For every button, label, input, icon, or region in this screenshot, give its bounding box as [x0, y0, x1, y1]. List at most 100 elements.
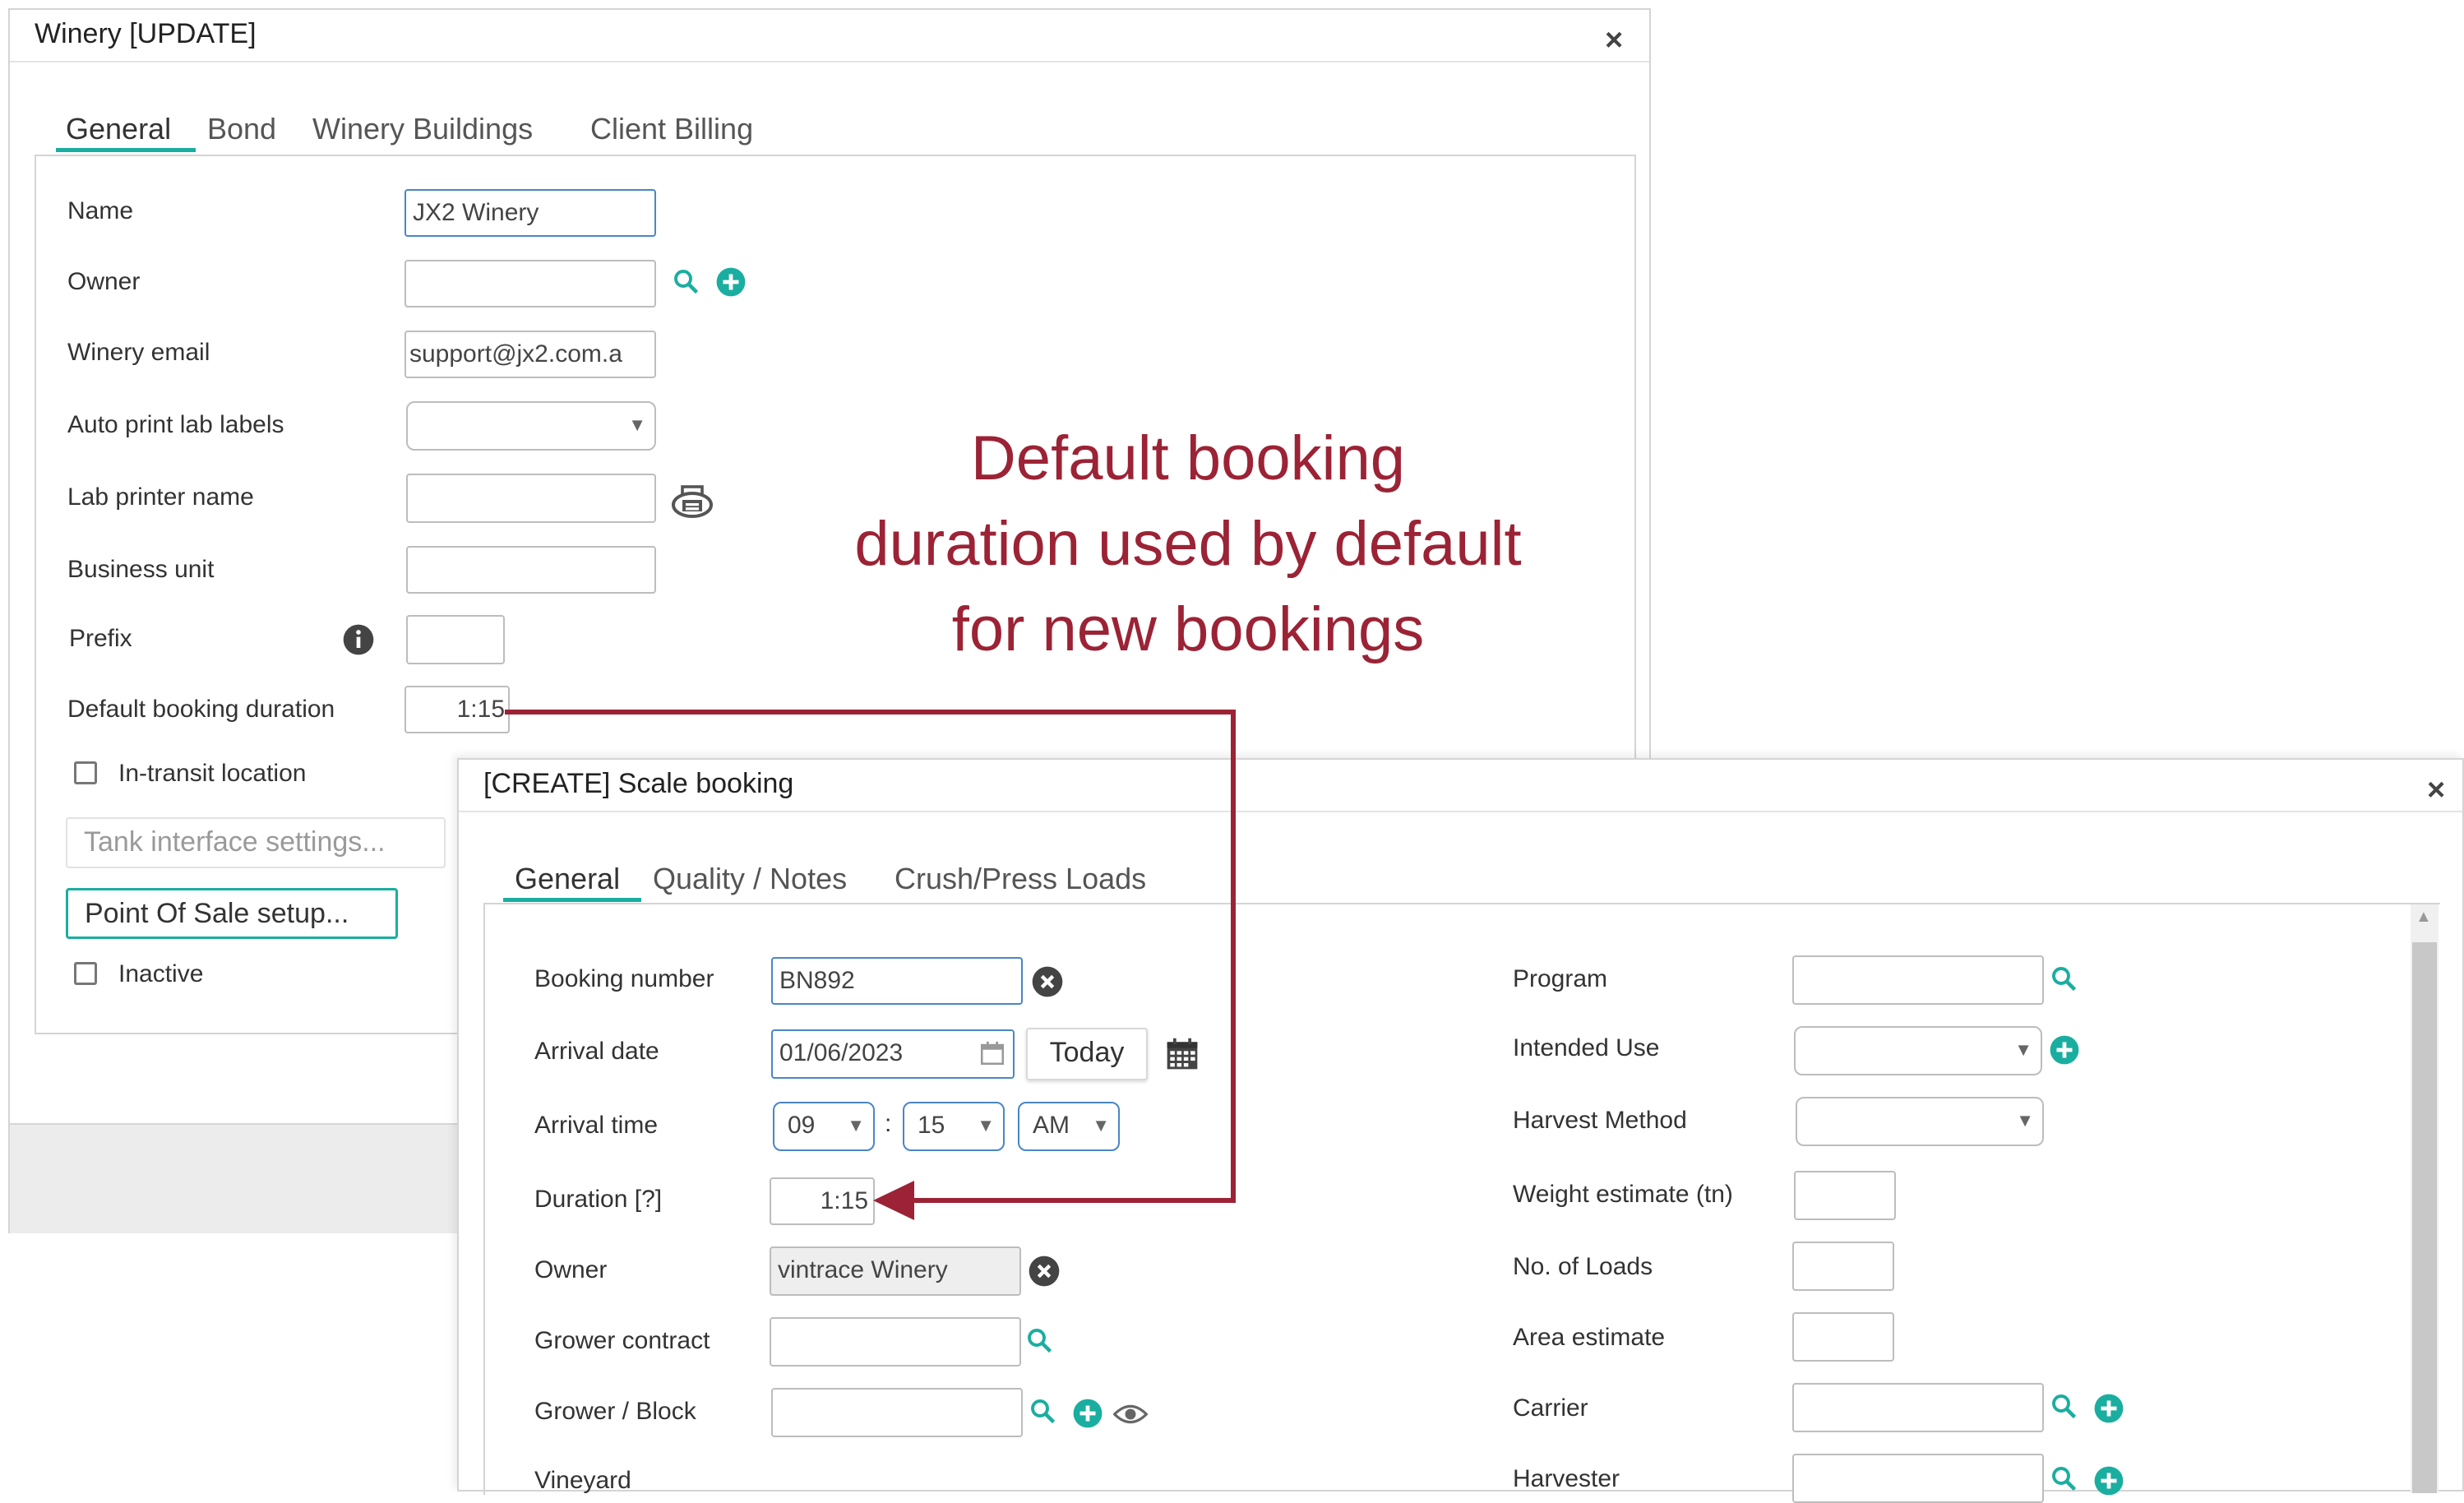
harvester-add-icon[interactable] [2093, 1465, 2124, 1496]
tab-general[interactable]: General [66, 112, 171, 146]
area-estimate-label: Area estimate [1513, 1324, 1666, 1351]
booking-tab-crush-press[interactable]: Crush/Press Loads [895, 862, 1146, 896]
grower-block-label: Grower / Block [534, 1398, 696, 1425]
booking-close-icon[interactable]: × [2427, 775, 2445, 806]
program-label: Program [1513, 965, 1608, 992]
intended-use-select[interactable]: ▼ [1794, 1026, 2042, 1075]
minute-select[interactable]: 15 ▼ [903, 1102, 1005, 1151]
calendar-grid-icon[interactable] [1164, 1036, 1200, 1072]
grower-contract-search-icon[interactable] [1024, 1325, 1054, 1355]
printer-icon[interactable] [671, 483, 714, 520]
info-icon[interactable] [342, 623, 375, 656]
harvest-method-select[interactable]: ▼ [1796, 1097, 2044, 1146]
intended-use-add-icon[interactable] [2049, 1034, 2080, 1066]
tab-bond[interactable]: Bond [207, 112, 276, 146]
booking-panel-left-border [483, 903, 485, 1495]
in-transit-checkbox[interactable] [74, 761, 97, 784]
booking-number-label: Booking number [534, 965, 714, 992]
owner-input[interactable] [405, 260, 656, 308]
name-label: Name [67, 197, 134, 224]
winery-close-icon[interactable]: × [1605, 25, 1623, 56]
hour-select[interactable]: 09 ▼ [773, 1102, 875, 1151]
program-search-icon[interactable] [2049, 964, 2078, 993]
lab-printer-input[interactable] [406, 474, 656, 523]
owner-search-icon[interactable] [671, 266, 700, 296]
tab-winery-buildings[interactable]: Winery Buildings [312, 112, 533, 146]
chevron-down-icon: ▼ [977, 1115, 995, 1135]
auto-print-select[interactable]: ▼ [406, 401, 656, 451]
weight-estimate-label: Weight estimate (tn) [1513, 1181, 1733, 1208]
scrollbar-up-arrow[interactable]: ▲ [2415, 908, 2432, 927]
duration-input[interactable]: 1:15 [770, 1177, 875, 1225]
annotation-line-1: Default booking [970, 423, 1406, 493]
harvester-input[interactable] [1792, 1454, 2044, 1503]
booking-title-divider [459, 811, 2462, 812]
tab-general-underline [56, 148, 196, 152]
title-divider [10, 61, 1649, 62]
point-of-sale-button[interactable]: Point Of Sale setup... [66, 888, 398, 939]
inactive-checkbox[interactable] [74, 962, 97, 985]
harvester-search-icon[interactable] [2049, 1464, 2078, 1493]
tab-client-billing[interactable]: Client Billing [590, 112, 753, 146]
arrival-time-label: Arrival time [534, 1112, 659, 1139]
winery-email-label: Winery email [67, 339, 210, 366]
carrier-input[interactable] [1792, 1383, 2044, 1432]
loads-input[interactable] [1792, 1242, 1894, 1291]
hour-value: 09 [788, 1112, 816, 1139]
in-transit-label: In-transit location [118, 760, 307, 787]
harvest-method-label: Harvest Method [1513, 1107, 1687, 1134]
minute-value: 15 [918, 1112, 945, 1139]
carrier-label: Carrier [1513, 1394, 1588, 1422]
annotation-line-2: duration used by default [854, 509, 1522, 579]
intended-use-label: Intended Use [1513, 1034, 1660, 1061]
grower-block-add-icon[interactable] [1072, 1398, 1103, 1429]
default-duration-input[interactable]: 1:15 [405, 686, 510, 733]
booking-tab-quality-notes[interactable]: Quality / Notes [653, 862, 847, 896]
chevron-down-icon: ▼ [2014, 1039, 2032, 1060]
business-unit-input[interactable] [406, 546, 656, 594]
owner-clear-icon[interactable] [1028, 1255, 1061, 1288]
grower-contract-label: Grower contract [534, 1327, 710, 1354]
chevron-down-icon: ▼ [2016, 1110, 2034, 1131]
scrollbar-thumb[interactable] [2412, 942, 2437, 1493]
lab-printer-label: Lab printer name [67, 483, 254, 511]
name-input[interactable]: JX2 Winery [405, 189, 656, 237]
chevron-down-icon: ▼ [847, 1115, 865, 1135]
grower-contract-input[interactable] [770, 1317, 1021, 1367]
loads-label: No. of Loads [1513, 1253, 1653, 1280]
business-unit-label: Business unit [67, 556, 215, 583]
arrival-date-label: Arrival date [534, 1038, 659, 1065]
program-input[interactable] [1792, 955, 2044, 1005]
booking-number-input[interactable]: BN892 [771, 957, 1023, 1005]
owner-input[interactable]: vintrace Winery [770, 1246, 1021, 1296]
chevron-down-icon: ▼ [628, 414, 646, 435]
prefix-input[interactable] [406, 615, 505, 664]
tank-interface-button[interactable]: Tank interface settings... [66, 817, 446, 868]
owner-add-icon[interactable] [715, 266, 747, 298]
annotation-line-3: for new bookings [951, 594, 1425, 664]
winery-dialog-title: Winery [UPDATE] [35, 18, 257, 49]
prefix-label: Prefix [69, 625, 132, 652]
date-picker-calendar-icon[interactable] [978, 1039, 1006, 1067]
booking-tab-general[interactable]: General [515, 862, 620, 896]
harvester-label: Harvester [1513, 1465, 1620, 1492]
time-separator: : [885, 1110, 892, 1137]
ampm-select[interactable]: AM ▼ [1018, 1102, 1120, 1151]
duration-label: Duration [?] [534, 1186, 663, 1213]
winery-email-input[interactable]: support@jx2.com.a [405, 331, 656, 378]
annotation-text: Default booking duration used by default… [765, 416, 1611, 673]
owner-label: Owner [534, 1256, 608, 1283]
area-estimate-input[interactable] [1792, 1312, 1894, 1362]
today-button[interactable]: Today [1026, 1028, 1148, 1080]
carrier-search-icon[interactable] [2049, 1391, 2078, 1421]
carrier-add-icon[interactable] [2093, 1393, 2124, 1424]
booking-panel-top-border [483, 903, 2440, 904]
clear-icon[interactable] [1031, 965, 1064, 998]
weight-estimate-input[interactable] [1794, 1171, 1896, 1220]
grower-block-search-icon[interactable] [1028, 1396, 1057, 1426]
eye-icon[interactable] [1113, 1399, 1148, 1429]
auto-print-label: Auto print lab labels [67, 411, 284, 438]
grower-block-input[interactable] [771, 1388, 1023, 1437]
owner-label: Owner [67, 268, 141, 295]
scale-booking-dialog: [CREATE] Scale booking × General Quality… [457, 758, 2464, 1503]
